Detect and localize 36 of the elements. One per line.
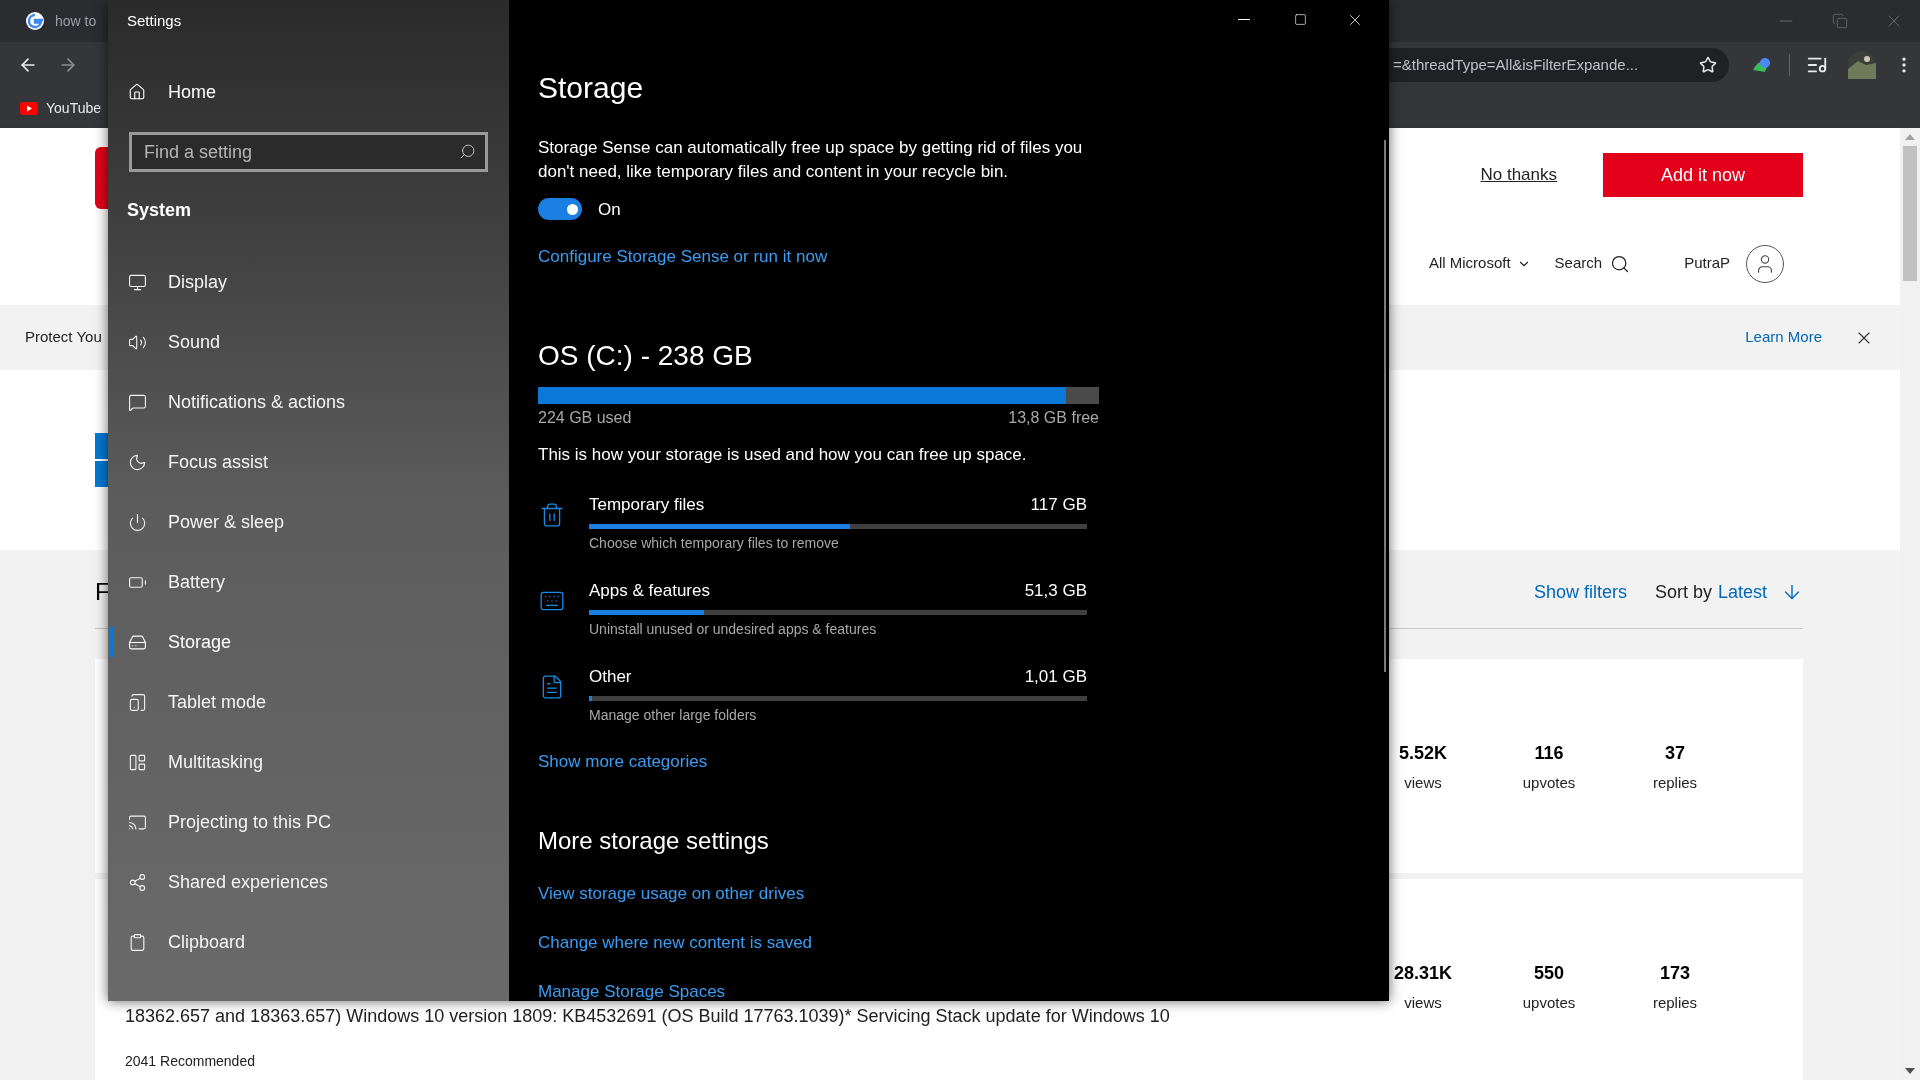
stat-label: replies xyxy=(1652,773,1698,793)
drive-title: OS (C:) - 238 GB xyxy=(538,339,754,374)
stat-value: 28.31K xyxy=(1393,962,1452,985)
category-description: Uninstall unused or undesired apps & features xyxy=(589,620,878,638)
used-space: 224 GB used xyxy=(538,408,632,428)
stat-value: 116 xyxy=(1534,742,1564,765)
sort-label: Sort by xyxy=(1654,580,1712,604)
category-size: 51,3 GB xyxy=(1024,580,1087,602)
category-description: Manage other large folders xyxy=(589,706,758,724)
notice-text: Protect You xyxy=(24,327,103,348)
category-name: Other xyxy=(589,666,632,688)
section-heading: F xyxy=(95,577,110,607)
stat-label: upvotes xyxy=(1522,773,1576,793)
usage-intro: This is how your storage is used and how you can free up space. xyxy=(538,444,1028,466)
section-title: More storage settings xyxy=(538,826,770,856)
stat-label: views xyxy=(1404,993,1442,1013)
page-title: Storage xyxy=(538,69,645,106)
category-name: Temporary files xyxy=(589,494,705,516)
category-size: 117 GB xyxy=(1030,494,1087,516)
stat-value: 5.52K xyxy=(1398,742,1447,765)
stat-value: 550 xyxy=(1533,962,1564,985)
stat-value: 37 xyxy=(1665,742,1685,765)
category-size: 1,01 GB xyxy=(1024,666,1087,688)
free-space: 13,8 GB free xyxy=(1008,408,1099,428)
recommended-count: 2041 Recommended xyxy=(125,1052,256,1071)
description: Storage Sense can automatically free up space by getting rid of files you don't need, like temporary files and content in your recycle bin. xyxy=(538,136,1084,183)
stat-label: views xyxy=(1404,773,1442,793)
thread-summary: 18362.657 and 18363.657) Windows 10 version 1809: KB4532691 (OS Build 17763.1039)* Servicing Stack update for Windows 10 xyxy=(125,1005,1171,1027)
section-title: System xyxy=(126,199,193,222)
category-description: Choose which temporary files to remove xyxy=(589,534,840,552)
stat-label: replies xyxy=(1652,993,1698,1013)
window-title: Settings xyxy=(127,10,182,31)
toggle-label: On xyxy=(598,198,621,221)
stat-label: upvotes xyxy=(1522,993,1576,1013)
category-name: Apps & features xyxy=(589,580,710,602)
stat-value: 173 xyxy=(1659,962,1690,985)
